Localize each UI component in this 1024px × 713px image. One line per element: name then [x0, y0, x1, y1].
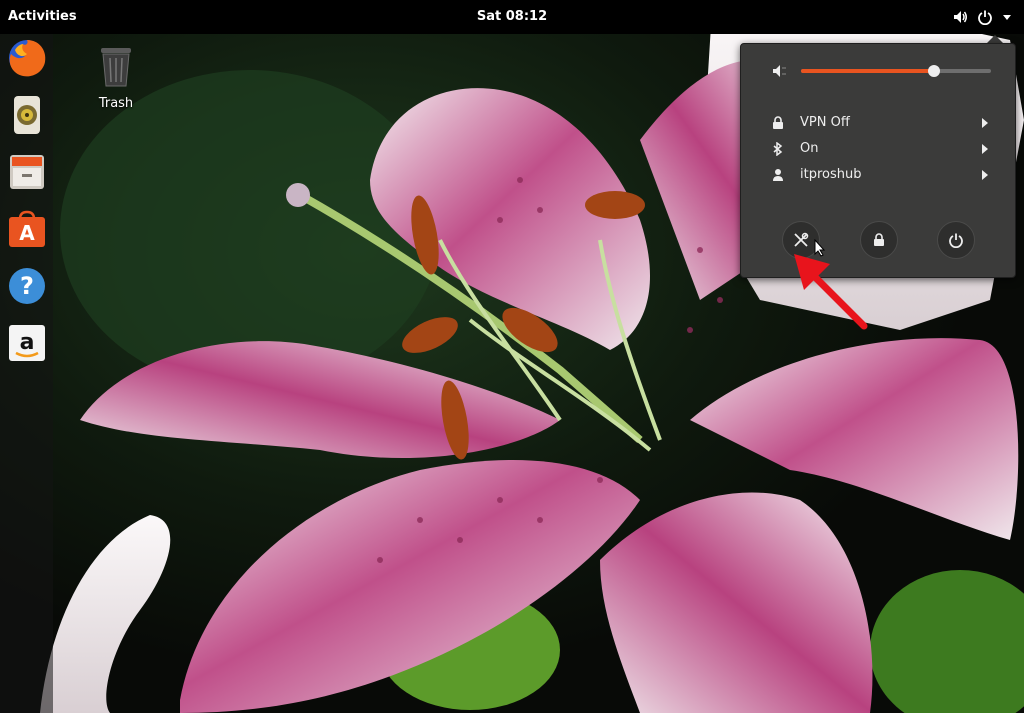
help-icon: ? [9, 268, 45, 304]
dock-files[interactable] [7, 152, 47, 192]
clock-area: Sat 08:12 [0, 9, 1024, 24]
bluetooth-label: On [800, 141, 819, 156]
dock-firefox[interactable] [7, 38, 47, 78]
chevron-right-icon [982, 143, 988, 158]
dock-software[interactable]: A [7, 209, 47, 249]
clock-button[interactable]: Sat 08:12 [477, 9, 547, 24]
annotation-arrow-icon [794, 254, 868, 330]
speaker-icon[interactable] [952, 9, 968, 25]
bluetooth-icon [772, 141, 784, 160]
power-icon[interactable] [977, 9, 993, 25]
lock-icon [874, 233, 884, 246]
volume-muted-icon [771, 63, 787, 83]
chevron-right-icon [982, 117, 988, 132]
trash-desktop-icon[interactable]: Trash [92, 46, 140, 111]
file-cabinet-icon [10, 155, 44, 189]
system-status-menu: VPN Off On itproshub [740, 43, 1016, 278]
volume-slider-fill [801, 69, 934, 73]
vpn-lock-icon [772, 116, 784, 134]
svg-text:a: a [20, 330, 35, 355]
dock-help[interactable]: ? [7, 266, 47, 306]
svg-text:A: A [19, 221, 35, 245]
top-bar: Activities Sat 08:12 [0, 0, 1024, 34]
dock-amazon[interactable]: a [7, 323, 47, 363]
trash-icon [101, 48, 131, 87]
user-icon [772, 168, 784, 186]
system-tray[interactable] [952, 6, 1012, 28]
amazon-icon: a [9, 325, 45, 361]
activities-button[interactable]: Activities [8, 9, 77, 24]
volume-row [741, 58, 1015, 84]
bluetooth-row[interactable]: On [741, 136, 1015, 162]
vpn-row[interactable]: VPN Off [741, 110, 1015, 136]
user-label: itproshub [800, 167, 862, 182]
power-off-button[interactable] [937, 221, 975, 259]
menu-pointer [987, 35, 1003, 43]
user-row[interactable]: itproshub [741, 162, 1015, 188]
trash-label: Trash [98, 96, 134, 111]
volume-slider-handle[interactable] [928, 65, 940, 77]
settings-icon [794, 232, 809, 247]
volume-slider[interactable] [801, 65, 991, 77]
firefox-icon [9, 40, 46, 77]
software-store-icon: A [9, 210, 45, 247]
speaker-app-icon [14, 96, 40, 134]
svg-text:?: ? [20, 272, 34, 300]
chevron-right-icon [982, 169, 988, 184]
dock: A ? a [0, 34, 53, 713]
vpn-label: VPN Off [800, 115, 850, 130]
dock-rhythmbox[interactable] [7, 95, 47, 135]
dropdown-arrow-icon[interactable] [1002, 12, 1012, 22]
power-off-icon [949, 233, 963, 248]
